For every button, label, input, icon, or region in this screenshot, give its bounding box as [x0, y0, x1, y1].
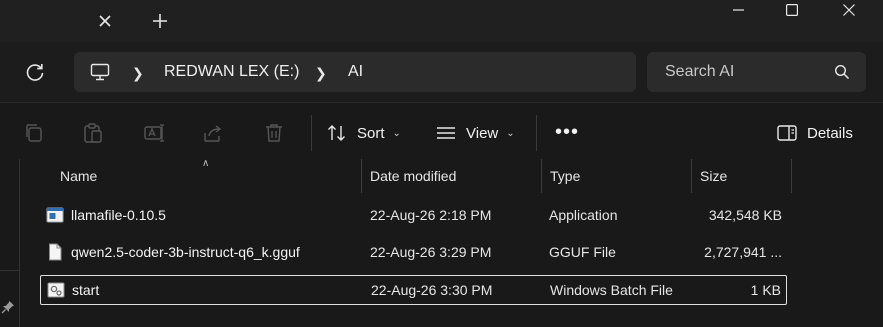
- paste-icon[interactable]: [82, 122, 104, 144]
- sort-icon: [328, 125, 345, 141]
- column-resize-handle[interactable]: [541, 159, 542, 193]
- file-type: GGUF File: [549, 244, 616, 260]
- new-tab-icon[interactable]: [152, 13, 168, 29]
- view-list-icon: [437, 127, 455, 139]
- this-pc-icon[interactable]: [90, 62, 110, 82]
- search-input[interactable]: Search AI: [647, 52, 866, 92]
- column-header-size[interactable]: Size: [700, 168, 727, 184]
- details-button[interactable]: Details: [777, 121, 853, 145]
- address-row: ❯ REDWAN LEX (E:) ❯ AI Search AI: [0, 42, 883, 102]
- details-label: Details: [807, 124, 853, 142]
- refresh-icon[interactable]: [24, 61, 46, 83]
- search-placeholder: Search AI: [665, 63, 735, 80]
- file-name: qwen2.5-coder-3b-instruct-q6_k.gguf: [71, 244, 300, 260]
- address-bar[interactable]: ❯ REDWAN LEX (E:) ❯ AI: [74, 52, 636, 92]
- details-pane-icon: [777, 125, 797, 141]
- share-icon[interactable]: [202, 122, 224, 144]
- column-resize-handle[interactable]: [361, 159, 362, 193]
- more-options-icon[interactable]: •••: [555, 121, 579, 144]
- file-date: 22-Aug-26 2:18 PM: [370, 207, 492, 223]
- column-header-type[interactable]: Type: [550, 168, 580, 184]
- maximize-icon: [786, 4, 798, 16]
- column-resize-handle[interactable]: [791, 159, 792, 193]
- document-icon: [49, 243, 62, 261]
- file-date: 22-Aug-26 3:29 PM: [370, 244, 492, 260]
- copy-icon[interactable]: [23, 122, 45, 144]
- rename-icon[interactable]: [143, 122, 165, 144]
- delete-icon[interactable]: [263, 122, 285, 144]
- close-window-button[interactable]: [826, 0, 872, 20]
- chevron-down-icon: ⌄: [392, 127, 401, 139]
- file-type: Application: [549, 207, 618, 223]
- file-date: 22-Aug-26 3:30 PM: [371, 282, 493, 298]
- nav-divider: [0, 270, 19, 271]
- toolbar-divider: [536, 115, 537, 151]
- file-size: 2,727,941 ...: [704, 244, 782, 260]
- breadcrumb-chevron-icon[interactable]: ❯: [132, 65, 144, 82]
- breadcrumb-drive[interactable]: REDWAN LEX (E:): [164, 63, 299, 81]
- title-bar: [0, 0, 883, 42]
- file-row[interactable]: start 22-Aug-26 3:30 PM Windows Batch Fi…: [40, 275, 787, 305]
- search-icon[interactable]: [834, 64, 850, 80]
- minimize-button[interactable]: [716, 0, 762, 20]
- view-button[interactable]: View ⌄: [436, 121, 515, 145]
- file-name: start: [72, 282, 100, 298]
- chevron-down-icon: ⌄: [506, 127, 515, 139]
- minimize-icon: [733, 9, 744, 11]
- pin-icon: [1, 301, 14, 314]
- sort-label: Sort: [357, 124, 385, 142]
- command-bar: Sort ⌄ View ⌄ ••• Details: [0, 102, 883, 159]
- breadcrumb-chevron-icon[interactable]: ❯: [315, 65, 327, 82]
- file-name: llamafile-0.10.5: [71, 207, 166, 223]
- file-size: 1 KB: [750, 282, 781, 298]
- sort-button[interactable]: Sort ⌄: [327, 121, 401, 145]
- maximize-button[interactable]: [769, 0, 815, 20]
- column-header-row: Name Date modified Type Size: [20, 159, 883, 193]
- toolbar-divider: [311, 115, 312, 151]
- application-icon: [46, 207, 64, 223]
- file-row[interactable]: llamafile-0.10.5 22-Aug-26 2:18 PM Appli…: [40, 201, 787, 231]
- column-header-date[interactable]: Date modified: [370, 168, 456, 184]
- close-tab-icon[interactable]: [96, 12, 114, 30]
- column-header-name[interactable]: Name: [60, 168, 97, 184]
- breadcrumb-folder[interactable]: AI: [348, 63, 363, 81]
- column-resize-handle[interactable]: [691, 159, 692, 193]
- close-icon: [843, 4, 855, 16]
- batch-file-icon: [47, 282, 65, 298]
- file-size: 342,548 KB: [708, 207, 782, 223]
- file-row[interactable]: qwen2.5-coder-3b-instruct-q6_k.gguf 22-A…: [40, 238, 787, 268]
- view-label: View: [466, 124, 499, 142]
- file-type: Windows Batch File: [550, 282, 673, 298]
